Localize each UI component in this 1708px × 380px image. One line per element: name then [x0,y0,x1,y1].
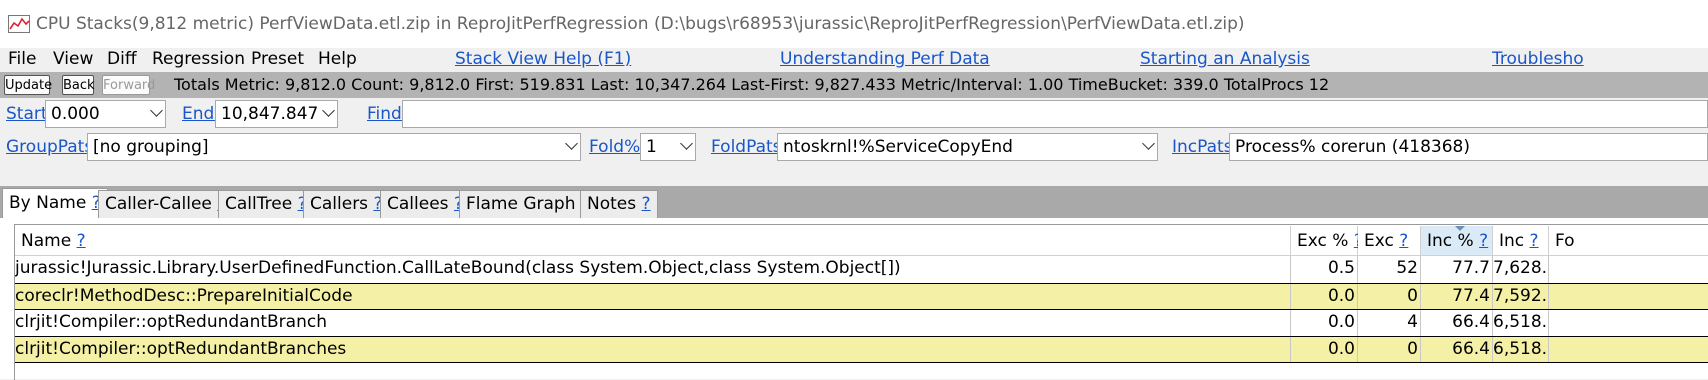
tab-caller-callee[interactable]: Caller-Callee ? [98,190,234,218]
chevron-down-icon [680,137,693,150]
menu-bar: File View Diff Regression Preset Help St… [0,48,1708,72]
stack-view-help-link[interactable]: Stack View Help (F1) [455,49,631,69]
understanding-perf-data-link[interactable]: Understanding Perf Data [780,49,990,69]
by-name-grid: Name ? Exc % ? Exc ? Inc % ? Inc ? Fo ju… [0,218,1708,380]
start-combo[interactable]: 0.000 [45,100,166,128]
help-link[interactable]: ? [77,231,86,251]
column-header-name[interactable]: Name ? [15,226,1291,256]
foldpats-label[interactable]: FoldPats: [711,137,787,157]
cell-exc: 52 [1358,256,1421,283]
chevron-down-icon [565,137,578,150]
cell-exc: 0 [1358,284,1421,309]
totals-summary: Totals Metric: 9,812.0 Count: 9,812.0 Fi… [174,75,1330,94]
foldpct-label[interactable]: Fold%: [589,137,646,157]
table-row[interactable]: coreclr!MethodDesc::PrepareInitialCode 0… [15,283,1708,310]
cell-inc-pct: 77.7 [1421,256,1493,283]
cell-inc-pct: 66.4 [1421,337,1493,362]
cell-name: jurassic!Jurassic.Library.UserDefinedFun… [15,256,1291,283]
chevron-down-icon [150,104,163,117]
end-value: 10,847.847 [221,104,319,124]
cell-name: clrjit!Compiler::optRedundantBranch [15,310,1291,337]
chevron-down-icon [322,104,335,117]
range-row: Start: 0.000 End: 10,847.847 Find: [0,100,1708,130]
starting-analysis-link[interactable]: Starting an Analysis [1140,49,1310,69]
back-button[interactable]: Back [62,75,95,95]
foldpct-combo[interactable]: 1 [640,133,696,161]
tab-by-name[interactable]: By Name ? [2,188,108,218]
help-link[interactable]: ? [1399,231,1408,251]
column-header-inc-pct[interactable]: Inc % ? [1421,226,1493,256]
tab-notes[interactable]: Notes ? [580,190,658,218]
tab-calltree[interactable]: CallTree ? [218,190,314,218]
column-header-exc-pct[interactable]: Exc % ? [1291,226,1363,256]
update-button[interactable]: Update [4,75,52,95]
foldpct-value: 1 [646,137,657,157]
cell-inc-pct: 66.4 [1421,310,1493,337]
help-link[interactable]: ? [642,194,651,214]
grouppats-label[interactable]: GroupPats: [6,137,99,157]
incpats-input[interactable]: Process% corerun (418368) [1229,133,1708,161]
foldpats-value: ntoskrnl!%ServiceCopyEnd [783,137,1013,157]
table-row[interactable]: clrjit!Compiler::optRedundantBranch 0.0 … [15,310,1708,337]
cell-exc-pct: 0.5 [1291,256,1358,283]
cell-inc: 6,518.0 [1493,337,1549,362]
grouppats-value: [no grouping] [93,137,209,157]
chart-icon [8,15,30,33]
find-input[interactable] [402,100,1708,128]
troubleshooting-link[interactable]: Troublesho [1492,49,1584,69]
grouppats-combo[interactable]: [no grouping] [87,133,581,161]
end-combo[interactable]: 10,847.847 [215,100,338,128]
patterns-row: GroupPats: [no grouping] Fold%: 1 FoldPa… [0,133,1708,163]
window-title: CPU Stacks(9,812 metric) PerfViewData.et… [36,14,1245,34]
cell-name: coreclr!MethodDesc::PrepareInitialCode [15,284,1291,309]
cell-exc-pct: 0.0 [1291,284,1358,309]
table-row[interactable]: clrjit!Compiler::optRedundantBranches 0.… [15,336,1708,363]
chevron-down-icon [1142,137,1155,150]
cell-inc: 7,628.0 [1493,256,1549,283]
cell-exc-pct: 0.0 [1291,310,1358,337]
column-header-fold[interactable]: Fo [1549,226,1708,256]
cell-inc-pct: 77.4 [1421,284,1493,309]
view-tabs: By Name ? Caller-Callee ? CallTree ? Cal… [0,186,1708,218]
menu-help[interactable]: Help [318,49,357,69]
menu-view[interactable]: View [53,49,93,69]
menu-file[interactable]: File [8,49,36,69]
tab-callers[interactable]: Callers ? [303,190,390,218]
column-header-exc[interactable]: Exc ? [1358,226,1421,256]
tab-flame-graph[interactable]: Flame Graph ? [459,190,597,218]
help-link[interactable]: ? [1479,231,1488,251]
incpats-value: Process% corerun (418368) [1235,137,1470,157]
help-link[interactable]: ? [1530,231,1539,251]
cell-exc-pct: 0.0 [1291,337,1358,362]
forward-button[interactable]: Forward [102,75,155,95]
cell-inc: 6,518.0 [1493,310,1549,337]
start-value: 0.000 [51,104,100,124]
title-bar: CPU Stacks(9,812 metric) PerfViewData.et… [0,0,1708,48]
cell-inc: 7,592.0 [1493,284,1549,309]
cell-name: clrjit!Compiler::optRedundantBranches [15,337,1291,362]
tab-callees[interactable]: Callees ? [380,190,470,218]
menu-regression[interactable]: Regression [152,49,245,69]
cell-exc: 4 [1358,310,1421,337]
status-bar: Update Back Forward Totals Metric: 9,812… [0,72,1708,98]
cell-exc: 0 [1358,337,1421,362]
column-header-inc[interactable]: Inc ? [1493,226,1549,256]
menu-preset[interactable]: Preset [251,49,304,69]
foldpats-combo[interactable]: ntoskrnl!%ServiceCopyEnd [777,133,1158,161]
menu-diff[interactable]: Diff [107,49,137,69]
table-row[interactable]: jurassic!Jurassic.Library.UserDefinedFun… [15,256,1708,283]
